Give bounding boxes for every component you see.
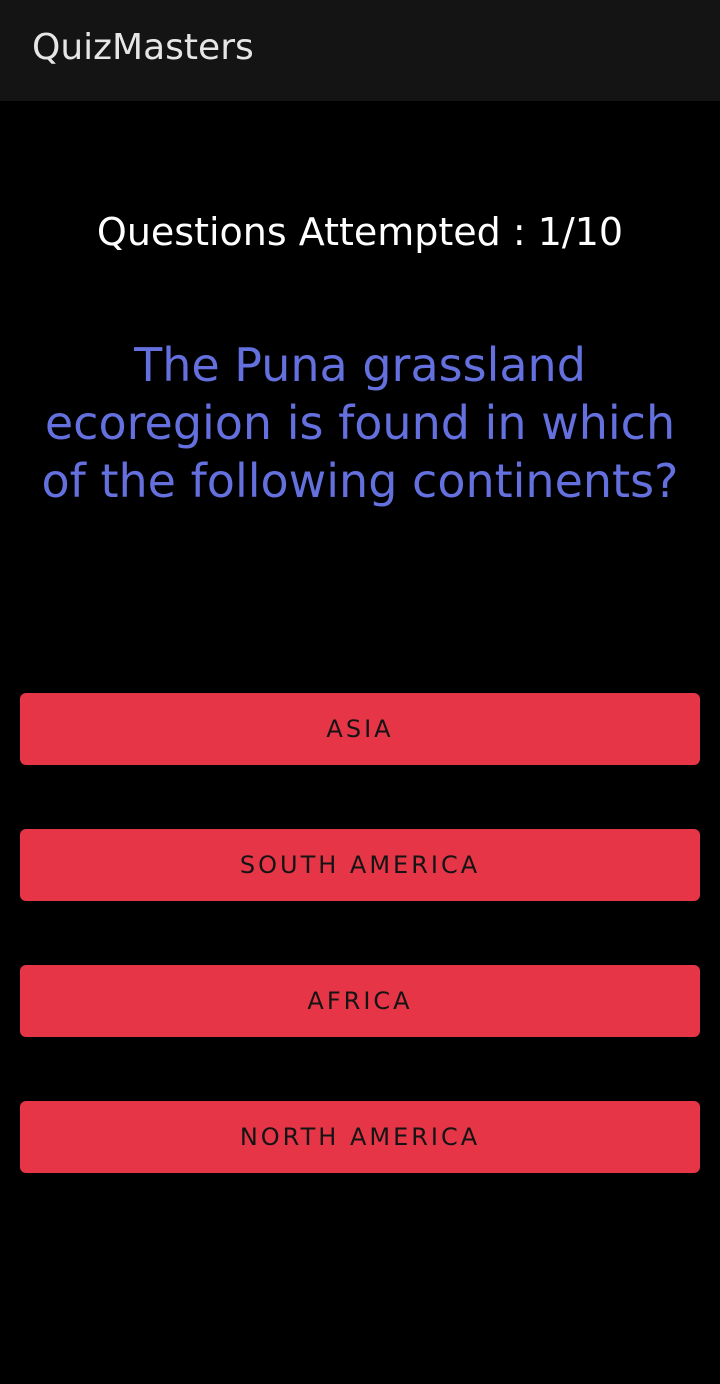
questions-attempted-counter: Questions Attempted : 1/10 [96,210,624,254]
answer-option-north-america[interactable]: NORTH AMERICA [20,1101,700,1173]
answer-option-africa[interactable]: AFRICA [20,965,700,1037]
answer-option-asia[interactable]: ASIA [20,693,700,765]
app-bar: QuizMasters [0,0,720,101]
answer-option-south-america[interactable]: SOUTH AMERICA [20,829,700,901]
app-title: QuizMasters [32,27,254,68]
question-text: The Puna grassland ecoregion is found in… [41,338,679,508]
